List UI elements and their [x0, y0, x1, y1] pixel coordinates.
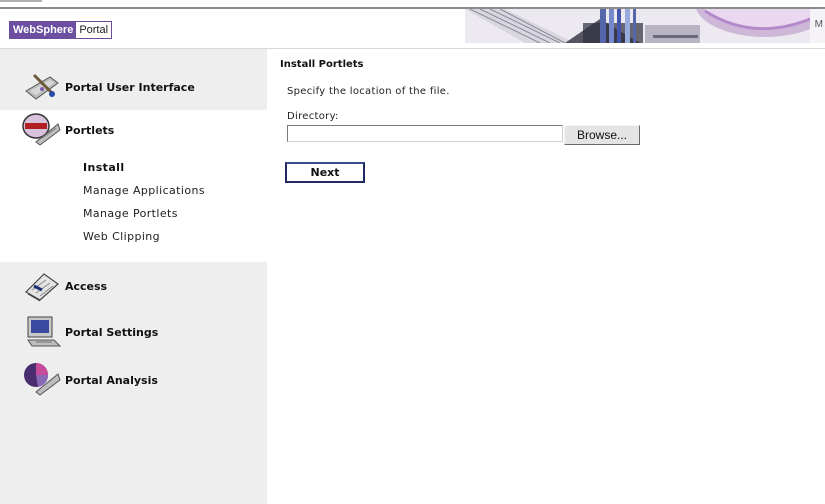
window-top-edge — [0, 0, 825, 9]
browse-button[interactable]: Browse... — [564, 125, 640, 145]
notebook-icon — [25, 273, 59, 302]
nav-label: Portal User Interface — [65, 80, 195, 94]
top-edge-stub — [0, 0, 42, 2]
nav-portal-settings[interactable]: Portal Settings — [0, 314, 267, 350]
directory-label: Directory: — [287, 111, 339, 122]
palette-brush-icon — [25, 73, 59, 100]
main-content: Install Portlets Specify the location of… — [267, 49, 825, 504]
logo-product: Portal — [76, 22, 112, 38]
banner-text: M — [814, 19, 823, 30]
submenu-manage-applications[interactable]: Manage Applications — [83, 184, 205, 197]
submenu-install[interactable]: Install — [83, 161, 125, 174]
nav-label: Portal Settings — [65, 325, 159, 339]
portal-header: WebSphere Portal M — [0, 9, 825, 49]
submenu-manage-portlets[interactable]: Manage Portlets — [83, 207, 178, 220]
navigation-sidebar: Portal User Interface Portlets Install M… — [0, 49, 267, 504]
nav-portal-user-interface[interactable]: Portal User Interface — [0, 69, 267, 105]
instruction-text: Specify the location of the file. — [287, 86, 450, 97]
logo-brand: WebSphere — [10, 22, 77, 38]
nav-portal-analysis[interactable]: Portal Analysis — [0, 362, 267, 398]
page-title: Install Portlets — [280, 59, 364, 70]
nav-label: Portal Analysis — [65, 373, 158, 387]
submenu-web-clipping[interactable]: Web Clipping — [83, 230, 160, 243]
nav-label: Portlets — [65, 123, 115, 137]
banner-graphic — [465, 9, 825, 43]
computer-icon — [27, 316, 62, 347]
nav-access[interactable]: Access — [0, 268, 267, 304]
portlets-icon — [22, 113, 61, 146]
header-banner: M — [465, 9, 825, 43]
nav-portlets[interactable]: Portlets — [0, 112, 267, 148]
next-button[interactable]: Next — [285, 162, 365, 183]
nav-label: Access — [65, 279, 108, 293]
pie-chart-icon — [24, 363, 61, 396]
websphere-portal-logo: WebSphere Portal — [9, 21, 113, 39]
directory-input[interactable] — [287, 125, 563, 142]
